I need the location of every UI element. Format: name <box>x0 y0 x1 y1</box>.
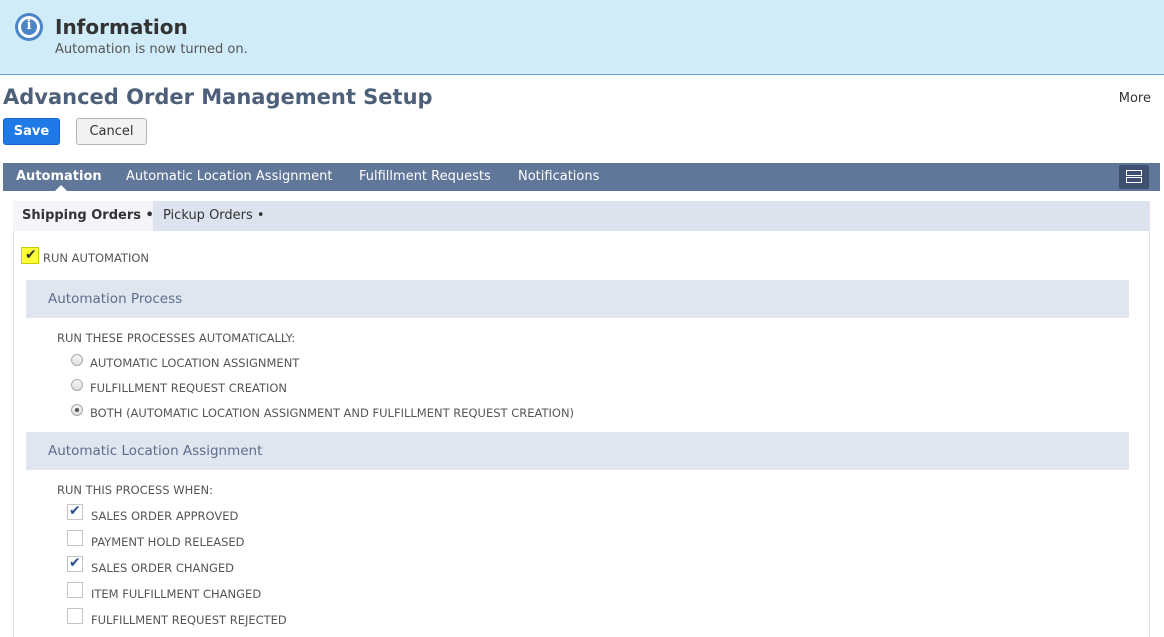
radio-automatic-location-assignment[interactable] <box>71 354 83 366</box>
subtab-label: Pickup Orders <box>163 208 253 223</box>
checkbox-sales-order-approved[interactable]: ✔ <box>67 503 83 520</box>
active-tab-pointer <box>55 185 67 191</box>
checkbox-label: SALES ORDER APPROVED <box>91 509 239 523</box>
section-automation-process: Automation Process <box>26 280 1129 318</box>
checkbox-item-fulfillment-changed[interactable] <box>67 582 83 598</box>
radio-label: FULFILLMENT REQUEST CREATION <box>90 381 288 395</box>
checkmark-icon: ✔ <box>69 555 81 571</box>
radio-label: AUTOMATIC LOCATION ASSIGNMENT <box>90 356 300 370</box>
trigger-prompt: RUN THIS PROCESS WHEN: <box>57 483 213 497</box>
section-title: Automation Process <box>48 291 183 307</box>
tab-notifications[interactable]: Notifications <box>518 169 599 184</box>
checkbox-sales-order-changed[interactable]: ✔ <box>67 555 83 572</box>
radio-fulfillment-request-creation[interactable] <box>71 379 83 391</box>
section-title: Automatic Location Assignment <box>48 443 263 459</box>
tab-automatic-location-assignment[interactable]: Automatic Location Assignment <box>126 169 332 184</box>
info-banner: i Information Automation is now turned o… <box>0 0 1164 75</box>
checkmark-icon: ✔ <box>25 247 37 263</box>
main-tab-bar: Automation Automatic Location Assignment… <box>3 163 1160 191</box>
run-automation-label: RUN AUTOMATION <box>43 251 149 265</box>
checkmark-icon: ✔ <box>69 503 81 519</box>
checkbox-label: PAYMENT HOLD RELEASED <box>91 535 245 549</box>
tab-layout-toggle-icon[interactable] <box>1119 165 1149 189</box>
process-prompt: RUN THESE PROCESSES AUTOMATICALLY: <box>57 331 296 345</box>
save-button[interactable]: Save <box>3 118 60 145</box>
page-title: Advanced Order Management Setup <box>3 85 433 109</box>
checkbox-label: ITEM FULFILLMENT CHANGED <box>91 587 262 601</box>
subtab-shipping-orders[interactable]: Shipping Orders • <box>13 201 154 231</box>
tab-fulfillment-requests[interactable]: Fulfillment Requests <box>359 169 491 184</box>
radio-label: BOTH (AUTOMATIC LOCATION ASSIGNMENT AND … <box>90 406 575 420</box>
radio-both[interactable] <box>71 404 83 416</box>
subtab-pickup-orders[interactable]: Pickup Orders • <box>163 208 265 223</box>
run-automation-checkbox[interactable]: ✔ <box>21 247 39 264</box>
checkbox-fulfillment-request-rejected[interactable] <box>67 608 83 624</box>
checkbox-label: SALES ORDER CHANGED <box>91 561 234 575</box>
info-icon: i <box>15 13 43 41</box>
checkbox-label: FULFILLMENT REQUEST REJECTED <box>91 613 287 627</box>
subtab-dot: • <box>145 208 154 223</box>
section-automatic-location-assignment: Automatic Location Assignment <box>26 432 1129 470</box>
checkbox-payment-hold-released[interactable] <box>67 530 83 546</box>
banner-message: Automation is now turned on. <box>55 42 248 57</box>
cancel-button[interactable]: Cancel <box>76 118 147 145</box>
banner-title: Information <box>55 15 188 39</box>
tab-automation[interactable]: Automation <box>16 169 102 184</box>
more-link[interactable]: More <box>1119 91 1151 106</box>
subtab-label: Shipping Orders <box>22 208 141 223</box>
subtab-bar: Shipping Orders • Pickup Orders • <box>13 201 1150 231</box>
subtab-dot: • <box>256 208 265 223</box>
